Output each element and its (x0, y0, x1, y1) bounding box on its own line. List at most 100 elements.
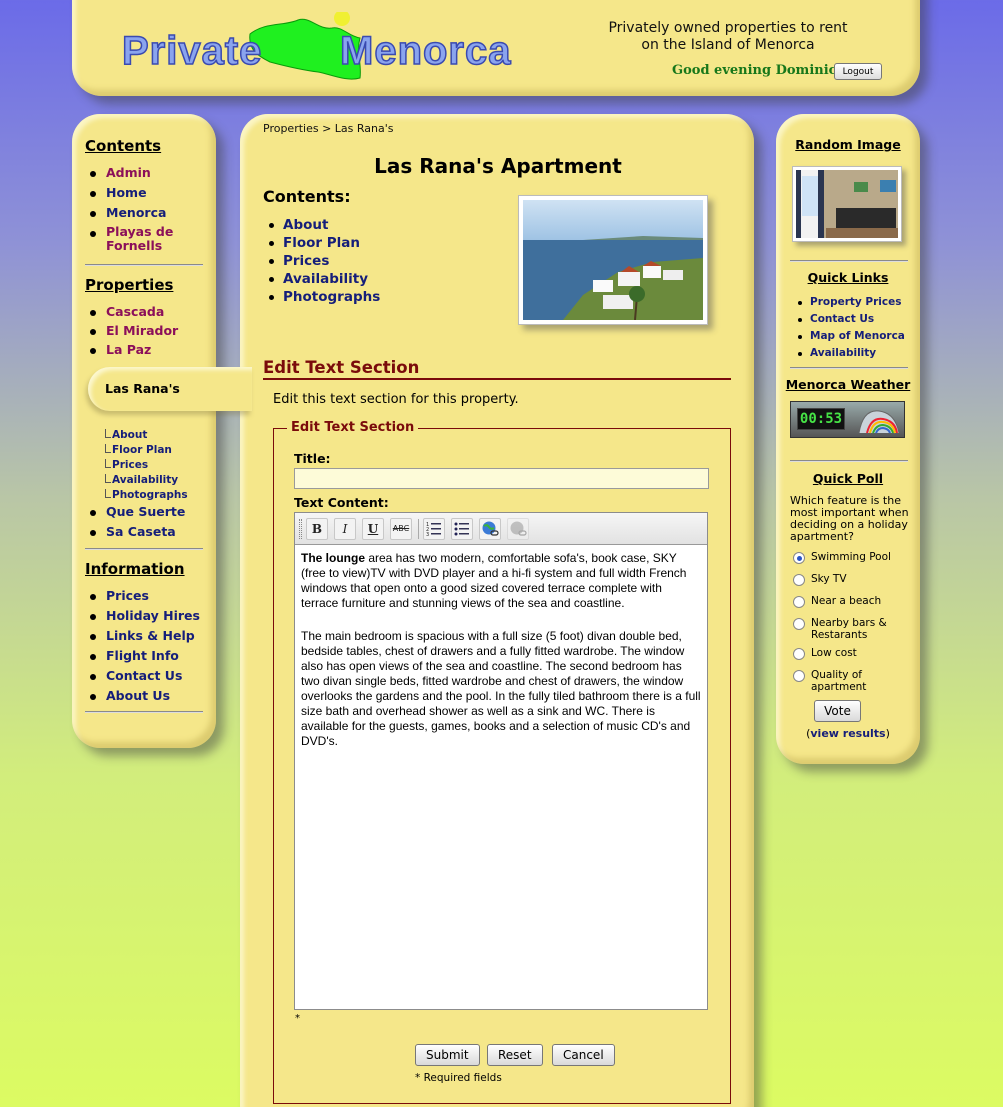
subnav-prices[interactable]: Prices (104, 458, 188, 473)
edit-section-heading: Edit Text Section (263, 358, 731, 380)
divider (85, 711, 203, 713)
living-room-image (796, 170, 898, 238)
radio[interactable] (793, 618, 805, 630)
property-sub-nav: About Floor Plan Prices Availability Pho… (104, 428, 188, 503)
radio[interactable] (793, 670, 805, 682)
quick-poll-heading: Quick Poll (812, 471, 884, 486)
title-label: Title: (294, 451, 331, 466)
italic-button[interactable]: I (334, 518, 356, 540)
paren-close: ) (885, 727, 890, 740)
quick-link-availability[interactable]: Availability (797, 345, 905, 362)
divider (790, 260, 908, 262)
nav-item-la-paz[interactable]: La Paz (86, 342, 178, 358)
subnav-photographs[interactable]: Photographs (104, 488, 188, 503)
page-title: Las Rana's Apartment (374, 154, 622, 178)
greeting-text: Good evening Dominic (672, 63, 837, 78)
contents-link-prices[interactable]: Prices (266, 252, 380, 270)
content-paragraph-2: The main bedroom is spacious with a full… (301, 629, 701, 748)
unordered-list-icon[interactable] (451, 518, 473, 540)
weather-clock: 00:53 (797, 408, 845, 430)
contents-link-about[interactable]: About (266, 216, 380, 234)
subnav-availability[interactable]: Availability (104, 473, 188, 488)
nav-item-prices[interactable]: Prices (86, 588, 200, 604)
reset-button[interactable]: Reset (487, 1044, 543, 1066)
site-tagline: Privately owned properties to rent on th… (598, 20, 858, 54)
nav-item-que-suerte[interactable]: Que Suerte (86, 504, 185, 520)
edit-form-legend: Edit Text Section (287, 420, 419, 435)
strikethrough-button[interactable]: ABC (390, 518, 412, 540)
logout-button[interactable]: Logout (834, 63, 882, 80)
property-contents-list: About Floor Plan Prices Availability Pho… (266, 216, 380, 306)
information-heading: Information (85, 560, 185, 578)
divider (790, 460, 908, 462)
radio[interactable] (793, 574, 805, 586)
nav-item-holiday-hires[interactable]: Holiday Hires (86, 608, 200, 624)
weather-heading: Menorca Weather (785, 377, 911, 392)
contents-link-floor-plan[interactable]: Floor Plan (266, 234, 380, 252)
required-marker: * (295, 1013, 300, 1024)
random-image[interactable] (792, 166, 902, 242)
nav-item-home[interactable]: Home (86, 185, 196, 201)
radio[interactable] (793, 596, 805, 608)
nav-item-contact-us[interactable]: Contact Us (86, 668, 200, 684)
ordered-list-icon[interactable]: 123 (423, 518, 445, 540)
property-contents-heading: Contents: (263, 187, 351, 206)
toolbar-grip (299, 519, 302, 539)
nav-item-links-help[interactable]: Links & Help (86, 628, 200, 644)
nav-item-las-ranas-selected[interactable]: Las Rana's (88, 367, 252, 411)
random-image-heading: Random Image (795, 137, 901, 152)
vote-button[interactable]: Vote (814, 700, 861, 722)
poll-question: Which feature is the most important when… (790, 494, 909, 543)
properties-nav-more: Que Suerte Sa Caseta (86, 504, 185, 540)
rich-text-editor[interactable]: B I U ABC 123 The lounge area has two mo… (294, 512, 708, 1010)
divider (85, 264, 203, 266)
information-nav: Prices Holiday Hires Links & Help Flight… (86, 588, 200, 704)
cancel-button[interactable]: Cancel (552, 1044, 615, 1066)
nav-item-flight-info[interactable]: Flight Info (86, 648, 200, 664)
tagline-line-1: Privately owned properties to rent (608, 20, 848, 36)
contents-nav: Admin Home Menorca Playas de Fornells (86, 165, 196, 253)
divider (85, 548, 203, 550)
nav-item-admin[interactable]: Admin (86, 165, 196, 181)
quick-link-map-of-menorca[interactable]: Map of Menorca (797, 328, 905, 345)
weather-widget[interactable]: 00:53 (790, 401, 905, 438)
quick-links-list: Property Prices Contact Us Map of Menorc… (797, 294, 905, 362)
quick-link-property-prices[interactable]: Property Prices (797, 294, 905, 311)
contents-link-photographs[interactable]: Photographs (266, 288, 380, 306)
content-paragraph-1: The lounge area has two modern, comforta… (301, 551, 701, 611)
underline-button[interactable]: U (362, 518, 384, 540)
nav-item-playas-de-fornells[interactable]: Playas de Fornells (86, 225, 196, 253)
title-input[interactable] (294, 468, 709, 489)
view-results: (view results) (776, 727, 920, 740)
contents-link-availability[interactable]: Availability (266, 270, 380, 288)
property-photo[interactable] (518, 195, 708, 325)
radio[interactable] (793, 648, 805, 660)
toolbar-separator (418, 519, 419, 539)
bold-button[interactable]: B (306, 518, 328, 540)
nav-item-el-mirador[interactable]: El Mirador (86, 323, 178, 339)
private-menorca-logo[interactable]: Private Menorca (120, 12, 540, 82)
subnav-floor-plan[interactable]: Floor Plan (104, 443, 188, 458)
subnav-about[interactable]: About (104, 428, 188, 443)
breadcrumb[interactable]: Properties > Las Rana's (263, 122, 394, 135)
view-results-link[interactable]: view results (810, 727, 885, 740)
coastal-view-image (523, 200, 703, 321)
nav-item-menorca[interactable]: Menorca (86, 205, 196, 221)
svg-text:Menorca: Menorca (340, 29, 512, 73)
text-content-label: Text Content: (294, 495, 389, 510)
content-bold-text: The lounge (301, 551, 365, 565)
editor-content-area[interactable]: The lounge area has two modern, comforta… (295, 545, 707, 773)
rainbow-weather-icon (858, 410, 900, 434)
quick-links-heading: Quick Links (807, 270, 889, 285)
insert-link-icon[interactable] (479, 518, 501, 540)
unlink-icon[interactable] (507, 518, 529, 540)
divider (790, 367, 908, 369)
nav-item-cascada[interactable]: Cascada (86, 304, 178, 320)
nav-item-sa-caseta[interactable]: Sa Caseta (86, 524, 185, 540)
quick-link-contact-us[interactable]: Contact Us (797, 311, 905, 328)
submit-button[interactable]: Submit (415, 1044, 480, 1066)
radio-selected[interactable] (793, 552, 805, 564)
svg-text:3: 3 (426, 532, 429, 537)
nav-item-about-us[interactable]: About Us (86, 688, 200, 704)
svg-text:Private: Private (122, 29, 262, 73)
